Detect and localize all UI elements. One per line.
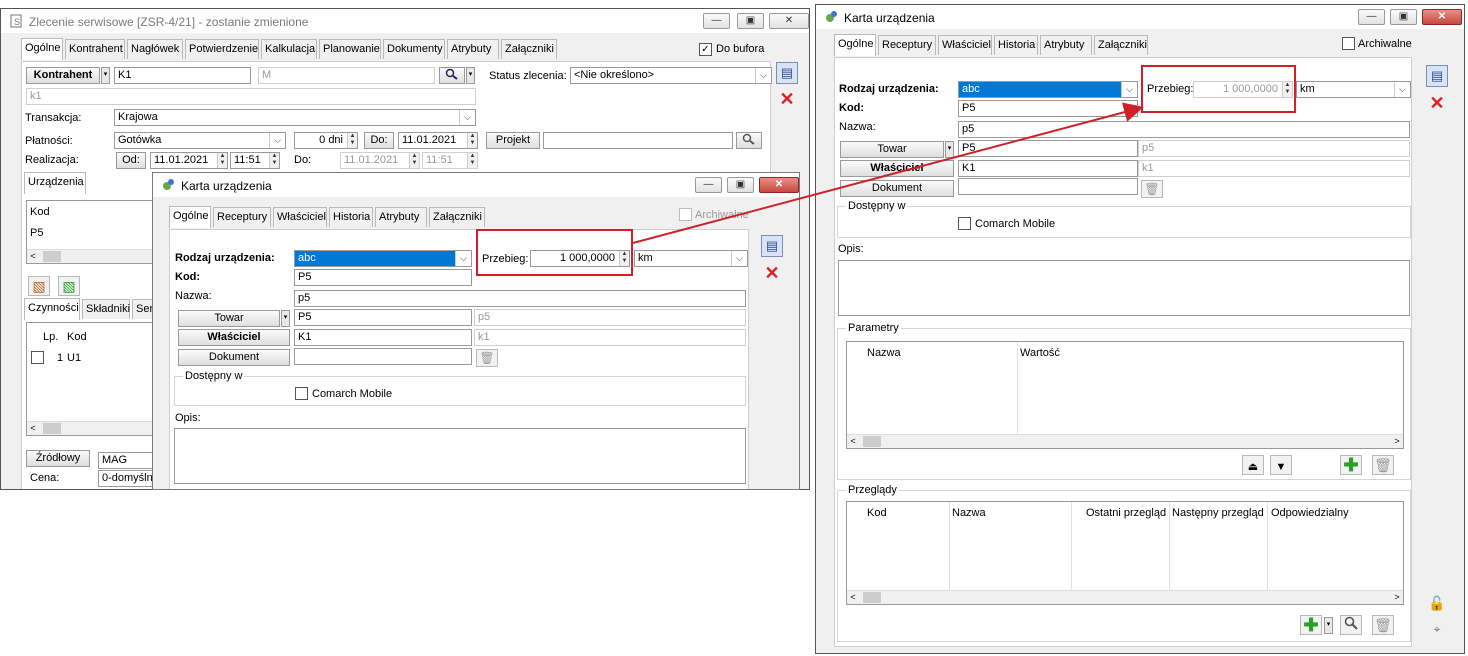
annotation-arrow [632, 102, 1144, 244]
